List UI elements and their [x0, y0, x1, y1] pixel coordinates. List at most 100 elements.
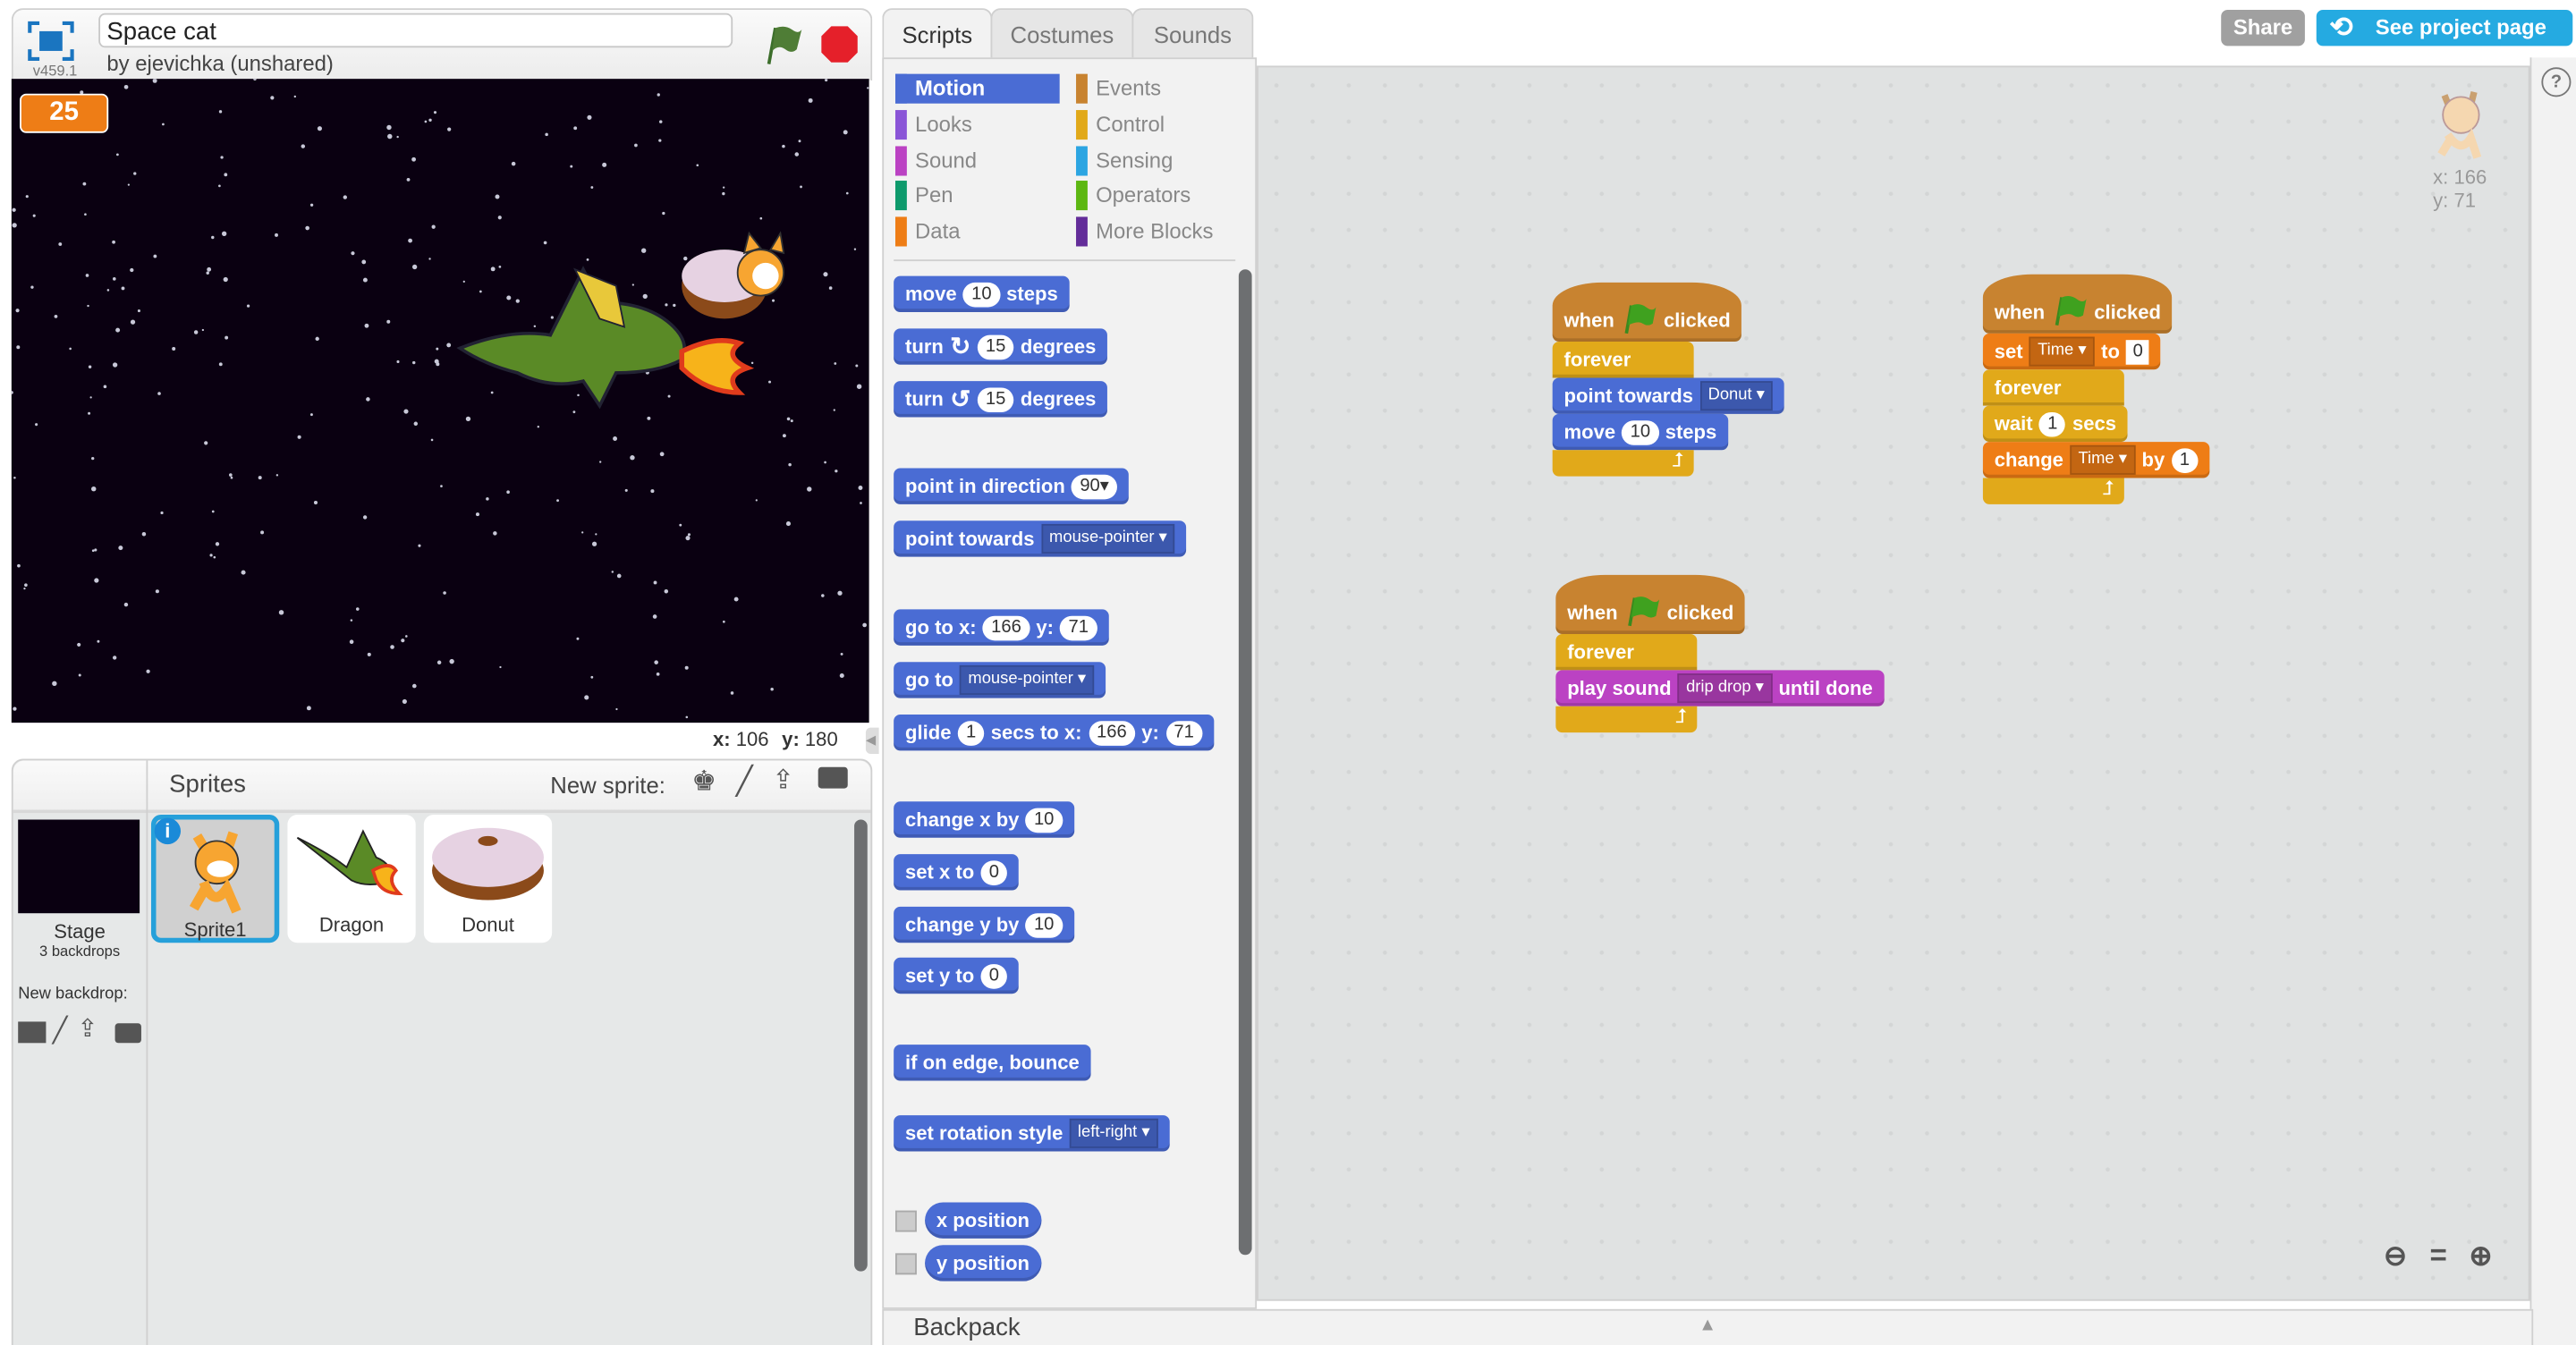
zoom-in-icon[interactable]: ⊕: [2470, 1240, 2493, 1273]
palette-block[interactable]: y position: [925, 1245, 1041, 1282]
share-button[interactable]: Share: [2221, 10, 2305, 47]
number-input[interactable]: 71: [1060, 614, 1097, 640]
project-title-input[interactable]: Space cat: [98, 13, 733, 48]
number-input[interactable]: 10: [962, 281, 1000, 307]
script-block[interactable]: play sounddrip dropuntil done: [1555, 670, 1885, 706]
when-flag-clicked-block[interactable]: when clicked: [1552, 282, 1742, 343]
palette-scrollbar[interactable]: [1238, 269, 1252, 1256]
green-flag-icon[interactable]: [764, 23, 803, 66]
category-events[interactable]: Events: [1076, 73, 1241, 104]
scripts-area[interactable]: [1257, 65, 2530, 1301]
category-more-blocks[interactable]: More Blocks: [1076, 216, 1241, 247]
script-stack[interactable]: whenclickedforeverpoint towardsDonutmove…: [1552, 282, 1784, 477]
category-pen[interactable]: Pen: [895, 181, 1060, 211]
script-block[interactable]: set Timeto 0: [1982, 333, 2162, 370]
sprite-tile-sprite1[interactable]: Sprite1 i: [150, 815, 280, 943]
palette-block[interactable]: change x by 10: [894, 801, 1074, 838]
palette-block[interactable]: glide 1 secs to x: 166 y: 71: [894, 714, 1214, 751]
number-input[interactable]: 166: [982, 614, 1030, 640]
variable-monitor-time[interactable]: 25: [20, 93, 109, 133]
category-sensing[interactable]: Sensing: [1076, 145, 1241, 175]
zoom-out-icon[interactable]: ⊖: [2384, 1240, 2407, 1273]
number-input[interactable]: 0: [980, 963, 1008, 988]
number-input[interactable]: 10: [1025, 912, 1063, 937]
monitor-checkbox[interactable]: [895, 1253, 917, 1275]
paint-new-sprite-icon[interactable]: ╱: [736, 766, 753, 799]
number-input[interactable]: 1: [2171, 447, 2199, 473]
dropdown-input[interactable]: mouse-pointer: [960, 664, 1095, 695]
monitor-checkbox[interactable]: [895, 1210, 917, 1232]
dropdown-input[interactable]: Time: [2070, 444, 2136, 475]
category-operators[interactable]: Operators: [1076, 181, 1241, 211]
stop-icon[interactable]: [820, 25, 860, 64]
camera-icon[interactable]: [818, 766, 848, 789]
collapse-stage-button[interactable]: ◀: [865, 727, 879, 755]
dropdown-input[interactable]: drip drop: [1677, 673, 1773, 704]
sprite-tile-donut[interactable]: Donut: [423, 815, 553, 943]
palette-block[interactable]: set rotation style left-right: [894, 1115, 1170, 1152]
when-flag-clicked-block[interactable]: when clicked: [1982, 274, 2173, 334]
number-input[interactable]: 71: [1165, 720, 1203, 745]
number-input[interactable]: 0: [980, 859, 1008, 885]
backdrop-library-icon[interactable]: [18, 1021, 47, 1044]
see-project-page-button[interactable]: ⟲ See project page: [2316, 10, 2573, 47]
info-icon[interactable]: i: [154, 817, 182, 845]
script-block[interactable]: wait 1 secs: [1982, 405, 2128, 443]
number-input[interactable]: 90▾: [1072, 473, 1118, 499]
palette-block[interactable]: go to mouse-pointer: [894, 662, 1106, 698]
script-block[interactable]: move 10 steps: [1552, 413, 1729, 451]
palette-block[interactable]: point towards mouse-pointer: [894, 520, 1187, 557]
category-looks[interactable]: Looks: [895, 109, 1060, 140]
sprites-scrollbar[interactable]: [854, 819, 868, 1272]
palette-block[interactable]: set y to 0: [894, 957, 1020, 994]
number-input[interactable]: 1: [957, 720, 985, 745]
script-stack[interactable]: when clicked forever play sounddrip dropunt…: [1555, 574, 1885, 733]
dropdown-input[interactable]: Donut: [1699, 381, 1774, 411]
number-input[interactable]: 1: [2038, 411, 2066, 436]
dropdown-input[interactable]: left-right: [1069, 1118, 1158, 1148]
palette-block[interactable]: turn ↻ 15 degrees: [894, 328, 1108, 365]
palette-block[interactable]: go to x: 166 y: 71: [894, 609, 1109, 646]
forever-block[interactable]: foreverpoint towardsDonutmove10steps⮥: [1552, 342, 1784, 477]
forever-block[interactable]: foreverplay sounddrip dropuntil done⮥: [1555, 633, 1885, 733]
tab-costumes[interactable]: Costumes: [990, 8, 1134, 60]
sprite-tile-dragon[interactable]: Dragon: [287, 815, 416, 943]
category-motion[interactable]: Motion: [895, 73, 1060, 104]
number-input[interactable]: 10: [1025, 807, 1063, 833]
category-control[interactable]: Control: [1076, 109, 1241, 140]
palette-block[interactable]: x position: [925, 1202, 1041, 1239]
number-input[interactable]: 15: [977, 334, 1014, 360]
palette-block[interactable]: if on edge, bounce: [894, 1045, 1091, 1081]
cat-on-donut-sprite[interactable]: [675, 226, 793, 325]
dropdown-input[interactable]: Time: [2029, 336, 2095, 367]
script-block[interactable]: change Timeby1: [1982, 442, 2210, 478]
text-input[interactable]: 0: [2126, 339, 2150, 364]
palette-block[interactable]: point in direction 90▾: [894, 468, 1129, 504]
fullscreen-icon[interactable]: [28, 21, 74, 61]
tab-sounds[interactable]: Sounds: [1131, 8, 1254, 60]
upload-backdrop-icon[interactable]: ⇪: [77, 1013, 97, 1043]
expand-backpack-icon[interactable]: ▲: [1699, 1315, 1716, 1335]
upload-sprite-icon[interactable]: ⇪: [772, 764, 794, 797]
paint-backdrop-icon[interactable]: ╱: [53, 1015, 68, 1045]
palette-block[interactable]: change y by 10: [894, 906, 1074, 943]
choose-sprite-from-library-icon[interactable]: ♚: [691, 766, 716, 799]
number-input[interactable]: 166: [1088, 720, 1135, 745]
script-block[interactable]: point towards Donut: [1552, 377, 1784, 414]
palette-block[interactable]: set x to 0: [894, 854, 1020, 891]
number-input[interactable]: 10: [1622, 419, 1659, 444]
when-flag-clicked-block[interactable]: when clicked: [1555, 574, 1746, 634]
help-icon[interactable]: ?: [2541, 67, 2572, 97]
category-data[interactable]: Data: [895, 216, 1060, 247]
number-input[interactable]: 15: [977, 386, 1014, 412]
dropdown-input[interactable]: mouse-pointer: [1040, 523, 1175, 554]
script-stack[interactable]: whenclickedsetTimeto0foreverwait1secscha…: [1982, 274, 2210, 504]
category-sound[interactable]: Sound: [895, 145, 1060, 175]
backpack-bar[interactable]: Backpack ▲: [882, 1308, 2534, 1345]
forever-block[interactable]: foreverwait1secschangeTimeby1⮥: [1982, 369, 2210, 504]
palette-block[interactable]: move 10 steps: [894, 275, 1070, 312]
tab-scripts[interactable]: Scripts: [882, 8, 993, 60]
palette-block[interactable]: turn ↺ 15 degrees: [894, 381, 1108, 418]
stage-canvas[interactable]: [11, 79, 869, 723]
backdrop-camera-icon[interactable]: [114, 1023, 141, 1044]
